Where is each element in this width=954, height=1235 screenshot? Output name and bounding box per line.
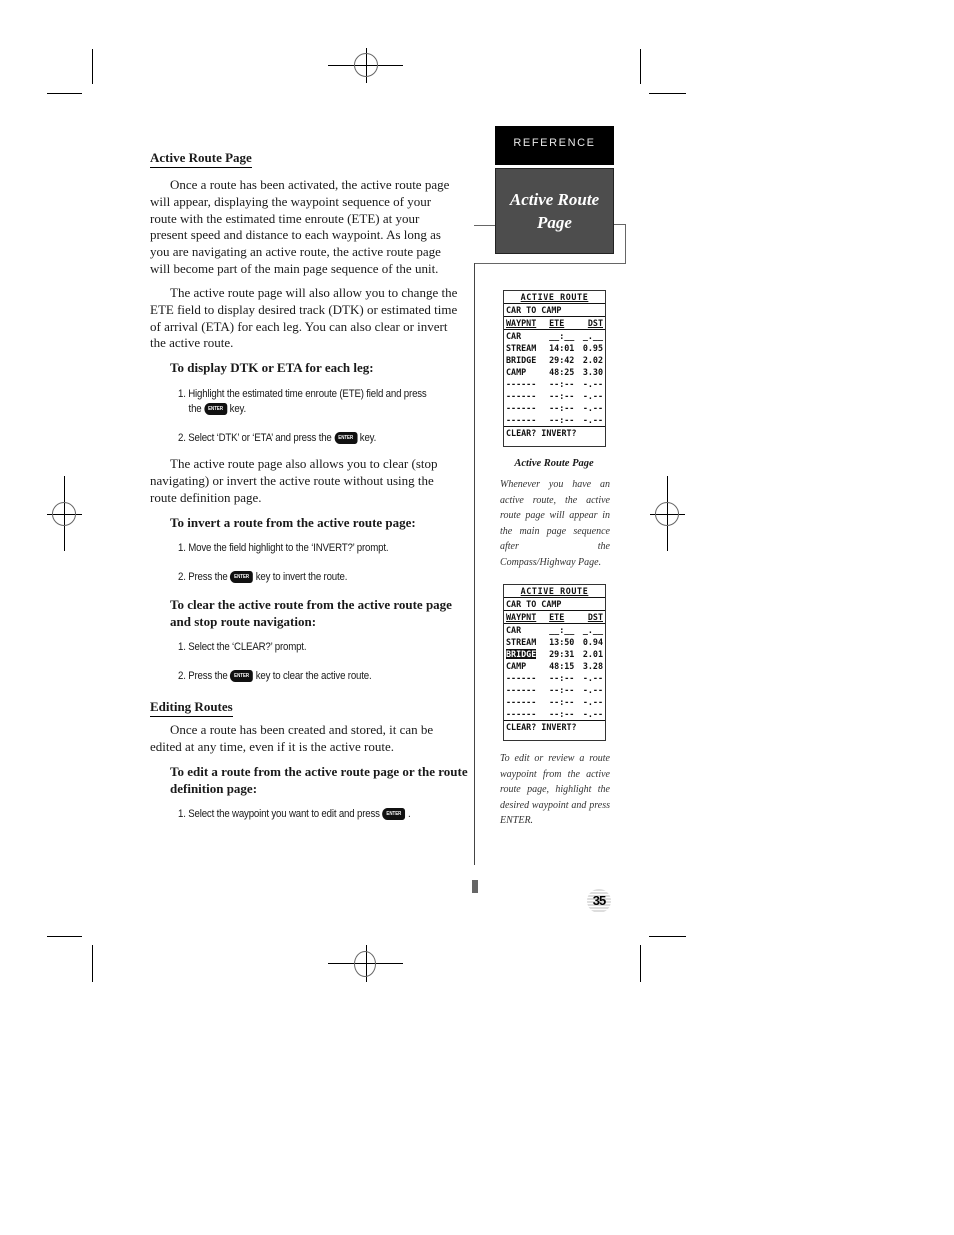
gps-screen-active-route-highlighted: ACTIVE ROUTE CAR TO CAMP WAYPNT ETE DST CA… [503, 584, 606, 741]
divider-line [474, 263, 626, 264]
page-marker [472, 880, 478, 893]
route-name: CAR TO CAMP [504, 598, 605, 611]
paragraph: Once a route has been created and stored… [150, 722, 434, 754]
registration-mark-circle [354, 951, 376, 977]
subheading: To display DTK or ETA for each leg: [170, 360, 374, 375]
waypoint-row: STREAM 13:50 0.94 [506, 637, 603, 647]
section-heading-active-route-page: Active Route Page [150, 150, 252, 168]
caption: To edit or review a route waypoint from … [500, 753, 610, 827]
step-item: 1. Select the waypoint you want to edit … [178, 808, 411, 821]
step-item: 1. Select the ‘CLEAR?’ prompt. [178, 641, 307, 653]
crop-mark [640, 945, 641, 982]
crop-mark [649, 936, 686, 937]
waypoint-row: CAR __:__ _.__ [506, 331, 603, 341]
enter-key-icon: ENTER [230, 670, 254, 683]
divider-line [625, 224, 626, 263]
crop-mark [640, 49, 641, 84]
screen-footer: CLEAR? INVERT? [506, 722, 577, 732]
step-item: 1. Move the field highlight to the ‘INVE… [178, 542, 389, 554]
divider-line [614, 224, 625, 225]
screen-footer: CLEAR? INVERT? [506, 428, 577, 438]
step-item: 2. Press the ENTER key to clear the active… [178, 670, 372, 683]
waypoint-row: ------ --:-- -.-- [506, 685, 603, 695]
crop-mark [92, 49, 93, 84]
step-item: 1. Highlight the estimated time enroute … [178, 388, 427, 416]
paragraph: The active route page will also allow yo… [150, 285, 458, 351]
section-title-box: Active Route Page [495, 168, 614, 254]
waypoint-row: ------ --:-- -.-- [506, 697, 603, 707]
selected-waypoint: BRIDGE [506, 649, 537, 659]
waypoint-row-selected: BRIDGE 29:31 2.01 [506, 649, 603, 659]
gps-screen-active-route: ACTIVE ROUTE CAR TO CAMP WAYPNT ETE DST CA… [503, 290, 606, 447]
registration-mark-circle [354, 53, 378, 77]
section-title-line2: Page [537, 213, 572, 232]
divider-line [474, 225, 495, 226]
caption: Whenever you have an active route, the a… [500, 479, 610, 568]
section-heading-editing-routes: Editing Routes [150, 699, 233, 717]
column-headers: WAYPNT ETE DST [504, 612, 605, 624]
waypoint-row: ------ --:-- -.-- [506, 391, 603, 401]
waypoint-row: ------ --:-- -.-- [506, 379, 603, 389]
enter-key-icon: ENTER [230, 571, 254, 584]
waypoint-row: STREAM 14:01 0.95 [506, 343, 603, 353]
waypoint-row: ------ --:-- -.-- [506, 403, 603, 413]
paragraph: Once a route has been activated, the act… [150, 177, 450, 276]
screen-title: ACTIVE ROUTE [504, 585, 605, 598]
subheading: To clear the active route from the activ… [170, 597, 452, 629]
page-number: 35 [587, 889, 611, 913]
caption-title: Active Route Page [514, 458, 594, 469]
route-name: CAR TO CAMP [504, 304, 605, 317]
section-title-line1: Active Route [509, 190, 600, 209]
waypoint-row: ------ --:-- -.-- [506, 673, 603, 683]
reference-tab: REFERENCE [495, 126, 614, 165]
enter-key-icon: ENTER [334, 432, 358, 445]
column-headers: WAYPNT ETE DST [504, 318, 605, 330]
screen-title: ACTIVE ROUTE [504, 291, 605, 304]
crop-mark [649, 93, 686, 94]
waypoint-row: CAR __:__ _.__ [506, 625, 603, 635]
enter-key-icon: ENTER [382, 808, 406, 821]
step-item: 2. Press the ENTER key to invert the route… [178, 571, 348, 584]
enter-key-icon: ENTER [204, 403, 228, 416]
waypoint-row: CAMP 48:15 3.28 [506, 661, 603, 671]
waypoint-row: ------ --:-- -.-- [504, 709, 605, 721]
waypoint-row: ------ --:-- -.-- [504, 415, 605, 427]
subheading: To edit a route from the active route pa… [170, 764, 468, 796]
column-divider [474, 263, 475, 865]
waypoint-row: BRIDGE 29:42 2.02 [506, 355, 603, 365]
crop-mark [92, 945, 93, 982]
crop-mark [47, 93, 82, 94]
step-item: 2. Select ‘DTK’ or ‘ETA’ and press the EN… [178, 432, 377, 445]
registration-mark-circle [52, 502, 76, 526]
waypoint-row: CAMP 48:25 3.30 [506, 367, 603, 377]
paragraph: The active route page also allows you to… [150, 456, 438, 505]
subheading: To invert a route from the active route … [170, 515, 416, 530]
crop-mark [47, 936, 82, 937]
registration-mark-circle [655, 502, 679, 526]
